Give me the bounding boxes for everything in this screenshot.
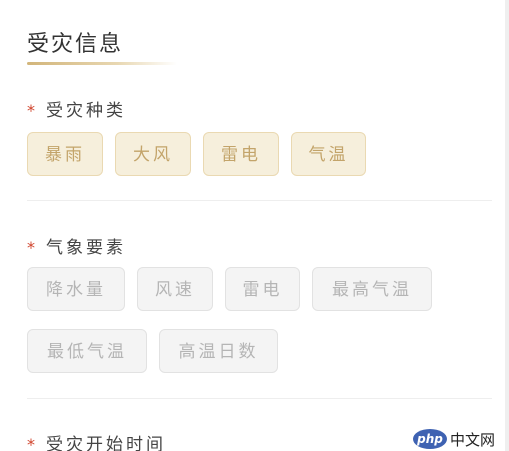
divider xyxy=(27,200,492,201)
weather-element-option-precipitation[interactable]: 降水量 xyxy=(27,267,125,311)
disaster-type-option-thunder[interactable]: 雷电 xyxy=(203,132,279,176)
weather-element-option-wind-speed[interactable]: 风速 xyxy=(137,267,213,311)
required-star: * xyxy=(27,238,38,257)
weather-element-option-min-temp[interactable]: 最低气温 xyxy=(27,329,147,373)
weather-element-option-thunder[interactable]: 雷电 xyxy=(225,267,300,311)
start-time-label-text: 受灾开始时间 xyxy=(46,435,166,451)
divider xyxy=(27,398,492,399)
watermark-text: 中文网 xyxy=(450,430,496,449)
required-star: * xyxy=(27,101,38,120)
disaster-type-option-gale[interactable]: 大风 xyxy=(115,132,191,176)
weather-elements-label: * 气象要素 xyxy=(27,233,126,258)
start-time-label: * 受灾开始时间 xyxy=(27,430,166,451)
watermark-logo: php 中文网 xyxy=(413,428,495,450)
disaster-info-form: 受灾信息 * 受灾种类 暴雨 大风 雷电 气温 * 气象要素 降水量 风速 雷电 最… xyxy=(0,0,509,451)
title-underline xyxy=(27,62,177,65)
right-scroll-edge xyxy=(505,0,509,451)
weather-element-option-hot-days[interactable]: 高温日数 xyxy=(159,329,278,373)
section-title: 受灾信息 xyxy=(27,32,124,57)
disaster-type-label-text: 受灾种类 xyxy=(46,101,126,121)
weather-elements-label-text: 气象要素 xyxy=(46,238,126,258)
disaster-type-option-rainstorm[interactable]: 暴雨 xyxy=(27,132,103,176)
weather-element-option-max-temp[interactable]: 最高气温 xyxy=(312,267,432,311)
required-star: * xyxy=(27,435,38,451)
disaster-type-option-temperature[interactable]: 气温 xyxy=(291,132,366,176)
disaster-type-label: * 受灾种类 xyxy=(27,96,126,121)
php-logo-icon: php xyxy=(413,429,447,449)
